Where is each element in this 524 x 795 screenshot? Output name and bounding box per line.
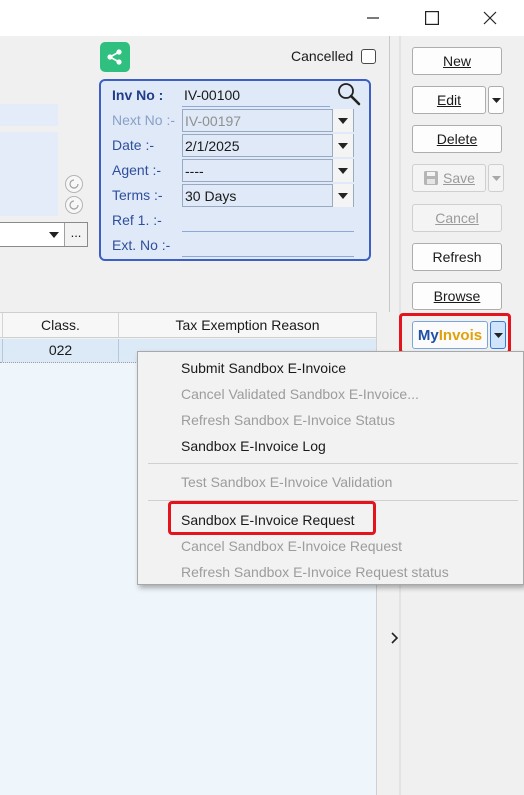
myinvois-button[interactable]: My Invois [412, 321, 488, 349]
terms-field[interactable]: 30 Days [182, 184, 354, 207]
delete-label: Delete [436, 131, 478, 147]
close-icon [483, 11, 497, 25]
date-label: Date :- [112, 137, 155, 153]
save-icon [424, 171, 439, 185]
terms-label: Terms :- [112, 187, 163, 203]
share-button[interactable] [100, 42, 130, 72]
date-field[interactable]: 2/1/2025 [182, 134, 354, 157]
title-bar [0, 0, 524, 36]
myinvois-logo-my: My [417, 326, 439, 344]
delete-button[interactable]: Delete [412, 125, 502, 153]
inv-no-label: Inv No : [112, 87, 164, 103]
column-header-class[interactable]: Class. [2, 313, 118, 338]
refresh-label: Refresh [432, 249, 482, 265]
edit-button[interactable]: Edit [412, 86, 486, 114]
inv-no-field[interactable]: IV-00100 [182, 84, 330, 107]
new-button[interactable]: New [412, 47, 502, 75]
save-label: Save [443, 170, 475, 186]
close-button[interactable] [467, 0, 513, 36]
browse-button[interactable]: Browse [412, 282, 502, 310]
left-field-strip [0, 104, 58, 126]
chevron-down-icon[interactable] [332, 184, 353, 207]
next-no-value: IV-00197 [185, 113, 242, 129]
new-label: New [442, 53, 471, 69]
more-button[interactable]: ... [64, 223, 87, 246]
column-header-tax-exemption-reason[interactable]: Tax Exemption Reason [118, 313, 376, 338]
invoice-header-panel: Inv No : IV-00100 Next No :- IV-00197 Da… [99, 79, 371, 261]
chevron-down-icon[interactable] [332, 109, 353, 132]
menu-item-refresh-sandbox-e-invoice-request-status[interactable]: Refresh Sandbox E-Invoice Request status [181, 561, 449, 583]
myinvois-highlight: My Invois [399, 313, 511, 354]
chevron-down-icon[interactable] [332, 134, 353, 157]
date-value: 2/1/2025 [185, 138, 240, 154]
next-no-field[interactable]: IV-00197 [182, 109, 354, 132]
agent-value: ---- [185, 163, 204, 179]
chevron-down-icon [493, 332, 503, 338]
save-dropdown-button[interactable] [488, 164, 504, 192]
myinvois-dropdown-button[interactable] [490, 321, 506, 349]
terms-value: 30 Days [185, 188, 237, 204]
edit-dropdown-button[interactable] [488, 86, 504, 114]
left-address-block [0, 132, 58, 216]
class-cell[interactable]: 022 [2, 339, 118, 362]
menu-item-submit-sandbox-e-invoice[interactable]: Submit Sandbox E-Invoice [181, 357, 346, 379]
cancelled-label: Cancelled [291, 48, 354, 64]
grid-header: Class. Tax Exemption Reason [0, 312, 376, 338]
cancelled-checkbox[interactable] [361, 49, 376, 64]
edit-label: Edit [436, 92, 462, 108]
chevron-down-icon [491, 175, 501, 181]
search-icon[interactable] [336, 81, 362, 107]
left-combo-box[interactable]: ... [0, 222, 88, 247]
menu-item-refresh-sandbox-e-invoice-status[interactable]: Refresh Sandbox E-Invoice Status [181, 409, 395, 431]
agent-field[interactable]: ---- [182, 159, 354, 182]
ext-no-field[interactable] [182, 234, 354, 257]
chevron-down-icon[interactable] [44, 223, 64, 246]
ref1-label: Ref 1. :- [112, 212, 162, 228]
maximize-icon [425, 11, 439, 25]
refresh-circle-icon[interactable] [65, 196, 83, 214]
collapse-panel-icon[interactable] [391, 632, 401, 646]
menu-item-test-sandbox-e-invoice-validation[interactable]: Test Sandbox E-Invoice Validation [181, 471, 392, 493]
cancel-label: Cancel [435, 210, 479, 226]
menu-item-cancel-validated-sandbox-e-invoice[interactable]: Cancel Validated Sandbox E-Invoice... [181, 383, 419, 405]
menu-separator [148, 463, 518, 464]
maximize-button[interactable] [409, 0, 455, 36]
agent-label: Agent :- [112, 162, 162, 178]
minimize-icon [367, 17, 379, 19]
browse-label: Browse [433, 288, 481, 304]
cancel-button[interactable]: Cancel [412, 204, 502, 232]
chevron-down-icon[interactable] [332, 159, 353, 182]
next-no-label: Next No :- [112, 112, 176, 128]
menu-item-sandbox-e-invoice-log[interactable]: Sandbox E-Invoice Log [181, 435, 326, 457]
save-button[interactable]: Save [412, 164, 486, 192]
myinvois-logo-invois: Invois [438, 326, 483, 344]
ext-no-label: Ext. No :- [112, 237, 171, 253]
request-item-highlight [168, 501, 376, 535]
refresh-button[interactable]: Refresh [412, 243, 502, 271]
menu-item-cancel-sandbox-e-invoice-request[interactable]: Cancel Sandbox E-Invoice Request [181, 535, 402, 557]
ref1-field[interactable] [182, 209, 354, 232]
myinvois-dropdown-menu: Submit Sandbox E-Invoice Cancel Validate… [137, 351, 524, 585]
minimize-button[interactable] [350, 0, 396, 36]
refresh-circle-icon[interactable] [65, 175, 83, 193]
chevron-down-icon [491, 97, 501, 103]
share-icon [107, 49, 122, 65]
